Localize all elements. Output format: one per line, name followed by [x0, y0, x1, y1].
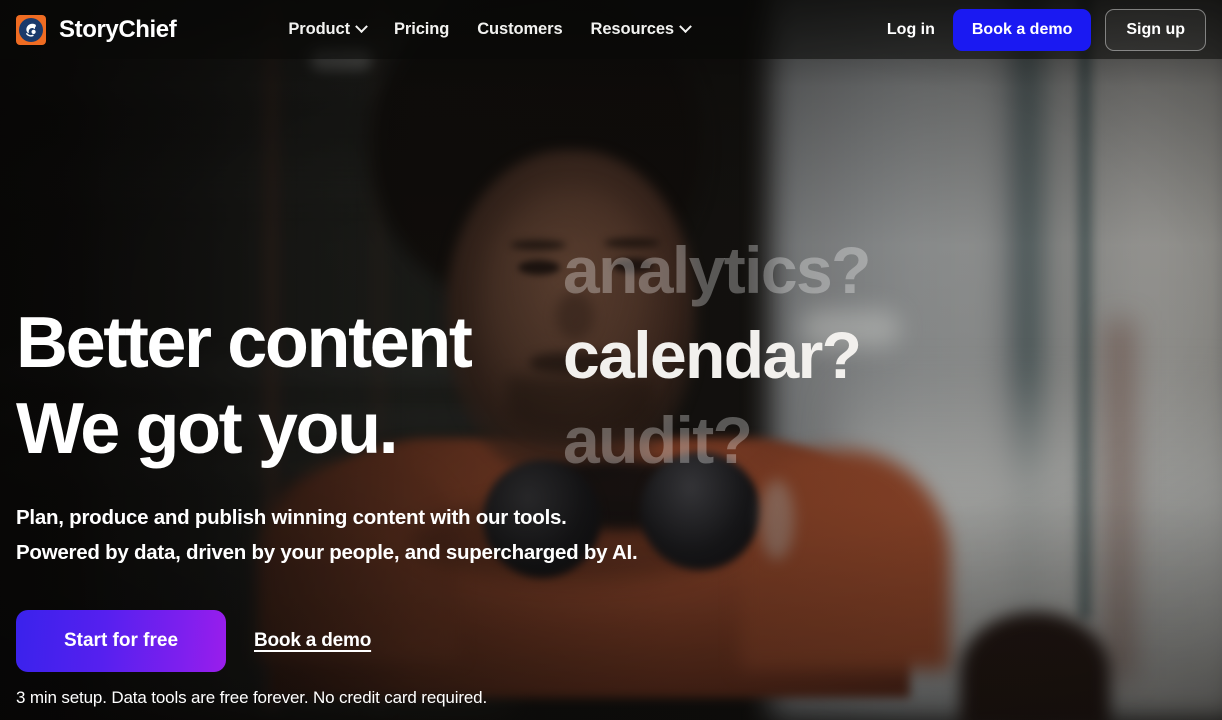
brand-name: StoryChief	[59, 15, 177, 43]
storychief-swirl-logo-icon	[16, 14, 46, 45]
book-demo-link[interactable]: Book a demo	[254, 630, 371, 652]
hero-note: 3 min setup. Data tools are free forever…	[16, 688, 488, 707]
nav-item-label: Customers	[477, 20, 563, 38]
hero-subtitle: Plan, produce and publish winning conten…	[16, 500, 638, 570]
site-header: StoryChief Product Pricing Customers Res…	[0, 0, 1222, 59]
nav-item-customers[interactable]: Customers	[477, 20, 562, 39]
nav-item-label: Product	[288, 20, 350, 38]
main-navigation: Product Pricing Customers Resources	[288, 20, 692, 39]
hero-headline: Better content We got you.	[16, 300, 473, 472]
rotating-word-analytics: analytics?	[563, 233, 871, 307]
book-demo-button[interactable]: Book a demo	[952, 8, 1092, 51]
start-for-free-button[interactable]: Start for free	[16, 610, 226, 672]
subtitle-line-2: Powered by data, driven by your people, …	[16, 541, 638, 564]
chevron-down-icon	[355, 20, 368, 34]
header-actions: Log in Book a demo Sign up	[883, 8, 1206, 51]
nav-item-label: Pricing	[394, 20, 450, 38]
headline-line-2: We got you.	[16, 389, 399, 469]
nav-item-pricing[interactable]: Pricing	[394, 20, 449, 39]
hero-cta-group: Start for free Book a demo	[16, 610, 371, 672]
nav-item-resources[interactable]: Resources	[590, 20, 692, 39]
rotating-words: analytics? calendar? audit?	[563, 228, 1043, 483]
nav-item-product[interactable]: Product	[288, 20, 368, 39]
sign-up-button[interactable]: Sign up	[1105, 8, 1206, 51]
nav-item-label: Resources	[590, 20, 675, 38]
login-link[interactable]: Log in	[883, 15, 939, 45]
subtitle-line-1: Plan, produce and publish winning conten…	[16, 506, 567, 529]
rotating-word-calendar: calendar?	[563, 318, 862, 392]
landing-page: StoryChief Product Pricing Customers Res…	[0, 0, 1222, 720]
brand-logo-link[interactable]: StoryChief	[16, 14, 177, 45]
chevron-down-icon	[679, 20, 692, 34]
rotating-word-audit: audit?	[563, 403, 753, 477]
headline-line-1: Better content	[16, 303, 473, 383]
